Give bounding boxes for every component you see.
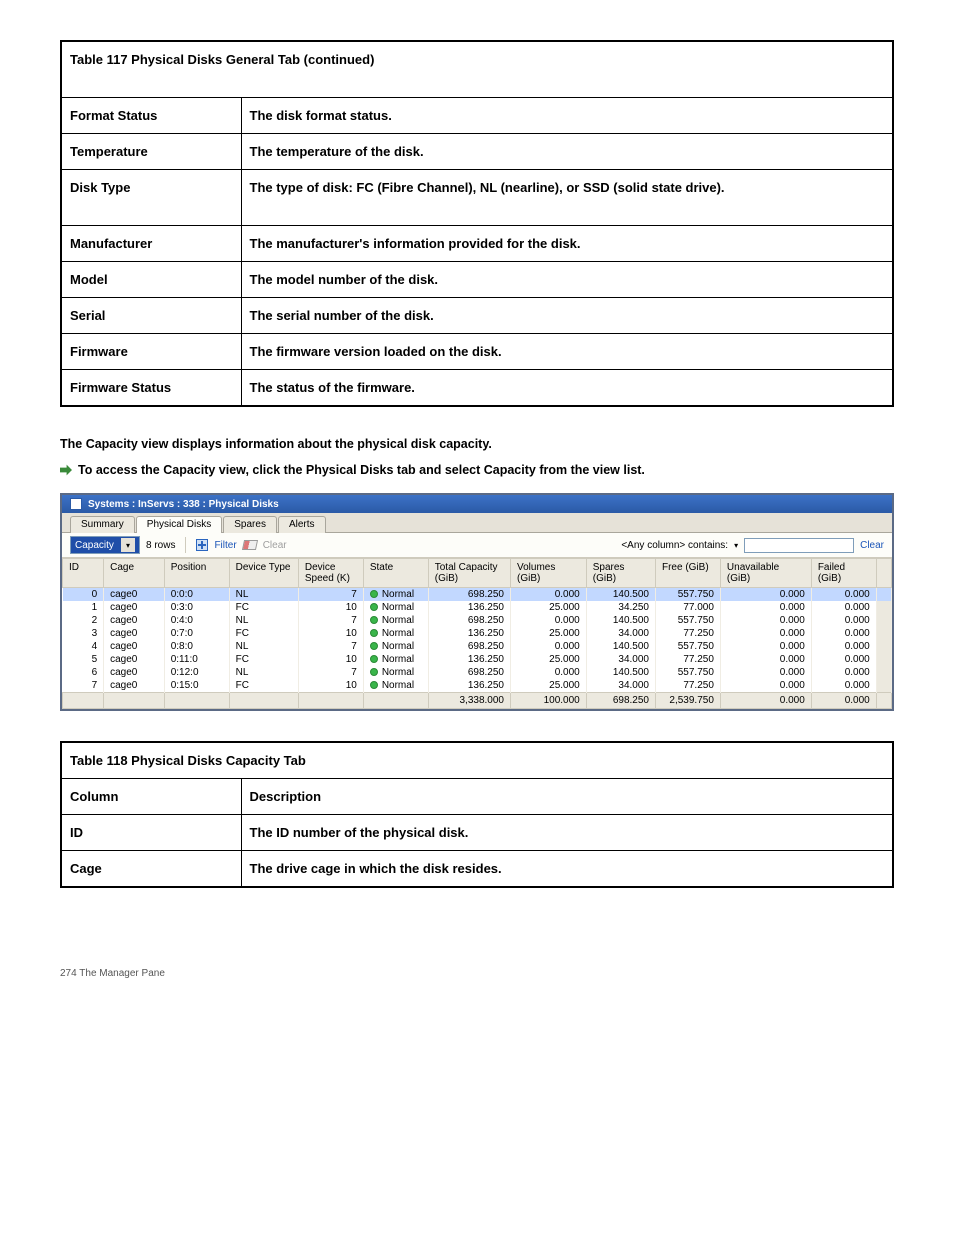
spec1-r4-c2: The model number of the disk. xyxy=(241,261,893,297)
row-count: 8 rows xyxy=(146,540,175,551)
spec1-r7-c1: Firmware Status xyxy=(61,369,241,406)
col-free[interactable]: Free (GiB) xyxy=(655,559,720,588)
table-row[interactable]: 2cage00:4:0NL7Normal698.2500.000140.5005… xyxy=(63,614,892,627)
paragraph-capacity-view: The Capacity view displays information a… xyxy=(60,437,894,451)
spec-table-117: Table 117 Physical Disks General Tab (co… xyxy=(60,40,894,407)
spec2-r1-c1: ID xyxy=(61,815,241,851)
total-tot: 3,338.000 xyxy=(428,693,510,709)
col-device-speed[interactable]: Device Speed (K) xyxy=(298,559,363,588)
spec1-r1-c1: Temperature xyxy=(61,133,241,169)
spec1-r0-c1: Format Status xyxy=(61,97,241,133)
col-total-cap[interactable]: Total Capacity (GiB) xyxy=(428,559,510,588)
data-grid-wrap: ID Cage Position Device Type Device Spee… xyxy=(62,558,892,709)
tab-physical-disks[interactable]: Physical Disks xyxy=(136,516,222,533)
scroll-gutter xyxy=(876,559,891,588)
spec1-r5-c1: Serial xyxy=(61,297,241,333)
eraser-icon xyxy=(242,540,258,550)
view-select[interactable]: Capacity ▾ xyxy=(70,536,140,554)
col-cage[interactable]: Cage xyxy=(104,559,165,588)
spec1-r2-c1: Disk Type xyxy=(61,169,241,225)
spec1-r4-c1: Model xyxy=(61,261,241,297)
spec1-header: Table 117 Physical Disks General Tab (co… xyxy=(61,41,893,97)
col-state[interactable]: State xyxy=(363,559,428,588)
tab-summary[interactable]: Summary xyxy=(70,516,135,533)
filter-link[interactable]: Filter xyxy=(214,540,236,551)
spec-table-118: Table 118 Physical Disks Capacity Tab Co… xyxy=(60,741,894,888)
total-sp: 698.250 xyxy=(586,693,655,709)
clear-link[interactable]: Clear xyxy=(263,540,287,551)
spec1-r6-c2: The firmware version loaded on the disk. xyxy=(241,333,893,369)
clear-search-link[interactable]: Clear xyxy=(860,540,884,551)
search-input[interactable] xyxy=(744,538,854,553)
spec2-r2-c1: Cage xyxy=(61,851,241,888)
window-titlebar[interactable]: Systems : InServs : 338 : Physical Disks xyxy=(62,495,892,513)
spec1-r3-c2: The manufacturer's information provided … xyxy=(241,225,893,261)
spec1-r0-c2: The disk format status. xyxy=(241,97,893,133)
status-dot-icon xyxy=(370,590,378,598)
spec1-r3-c1: Manufacturer xyxy=(61,225,241,261)
total-free: 2,539.750 xyxy=(655,693,720,709)
col-id[interactable]: ID xyxy=(63,559,104,588)
status-dot-icon xyxy=(370,603,378,611)
spec1-r2-c2: The type of disk: FC (Fibre Channel), NL… xyxy=(241,169,893,225)
tab-spares[interactable]: Spares xyxy=(223,516,277,533)
table-row[interactable]: 6cage00:12:0NL7Normal698.2500.000140.500… xyxy=(63,666,892,679)
page-footer: 274 The Manager Pane xyxy=(60,968,894,979)
table-row[interactable]: 0cage00:0:0NL7Normal698.2500.000140.5005… xyxy=(63,588,892,602)
col-failed[interactable]: Failed (GiB) xyxy=(811,559,876,588)
app-window: Systems : InServs : 338 : Physical Disks… xyxy=(60,493,894,711)
table-row[interactable]: 1cage00:3:0FC10Normal136.25025.00034.250… xyxy=(63,601,892,614)
status-dot-icon xyxy=(370,655,378,663)
spec2-r1-c2: The ID number of the physical disk. xyxy=(241,815,893,851)
tab-alerts[interactable]: Alerts xyxy=(278,516,326,533)
arrow-text: To access the Capacity view, click the P… xyxy=(78,463,645,477)
arrow-right-icon xyxy=(60,464,72,476)
spec2-r2-c2: The drive cage in which the disk resides… xyxy=(241,851,893,888)
col-unavailable[interactable]: Unavailable (GiB) xyxy=(720,559,811,588)
table-row[interactable]: 7cage00:15:0FC10Normal136.25025.00034.00… xyxy=(63,679,892,693)
spec2-r0-c1: Column xyxy=(61,779,241,815)
footer-left: 274 The Manager Pane xyxy=(60,968,165,979)
spec2-r0-c2: Description xyxy=(241,779,893,815)
app-icon xyxy=(70,498,82,510)
col-device-type[interactable]: Device Type xyxy=(229,559,298,588)
grid-totals-row: 3,338.000 100.000 698.250 2,539.750 0.00… xyxy=(63,693,892,709)
col-position[interactable]: Position xyxy=(164,559,229,588)
table-row[interactable]: 4cage00:8:0NL7Normal698.2500.000140.5005… xyxy=(63,640,892,653)
total-un: 0.000 xyxy=(720,693,811,709)
separator xyxy=(185,537,186,553)
total-fail: 0.000 xyxy=(811,693,876,709)
status-dot-icon xyxy=(370,668,378,676)
chevron-down-icon[interactable]: ▾ xyxy=(734,541,738,550)
filter-icon xyxy=(196,539,208,551)
view-select-label: Capacity xyxy=(75,540,114,551)
total-vol: 100.000 xyxy=(510,693,586,709)
spec1-r5-c2: The serial number of the disk. xyxy=(241,297,893,333)
spec2-header: Table 118 Physical Disks Capacity Tab xyxy=(61,742,893,779)
grid-header: ID Cage Position Device Type Device Spee… xyxy=(63,559,892,588)
col-volumes[interactable]: Volumes (GiB) xyxy=(510,559,586,588)
toolbar: Capacity ▾ 8 rows Filter Clear <Any colu… xyxy=(62,533,892,558)
status-dot-icon xyxy=(370,616,378,624)
data-grid: ID Cage Position Device Type Device Spee… xyxy=(62,558,892,709)
status-dot-icon xyxy=(370,642,378,650)
table-row[interactable]: 5cage00:11:0FC10Normal136.25025.00034.00… xyxy=(63,653,892,666)
search-label: <Any column> contains: xyxy=(621,540,728,551)
chevron-down-icon: ▾ xyxy=(121,538,135,552)
col-spares[interactable]: Spares (GiB) xyxy=(586,559,655,588)
status-dot-icon xyxy=(370,681,378,689)
spec1-r7-c2: The status of the firmware. xyxy=(241,369,893,406)
window-title: Systems : InServs : 338 : Physical Disks xyxy=(88,499,279,510)
spec1-r1-c2: The temperature of the disk. xyxy=(241,133,893,169)
spec1-r6-c1: Firmware xyxy=(61,333,241,369)
status-dot-icon xyxy=(370,629,378,637)
table-row[interactable]: 3cage00:7:0FC10Normal136.25025.00034.000… xyxy=(63,627,892,640)
tab-bar: Summary Physical Disks Spares Alerts xyxy=(62,513,892,533)
